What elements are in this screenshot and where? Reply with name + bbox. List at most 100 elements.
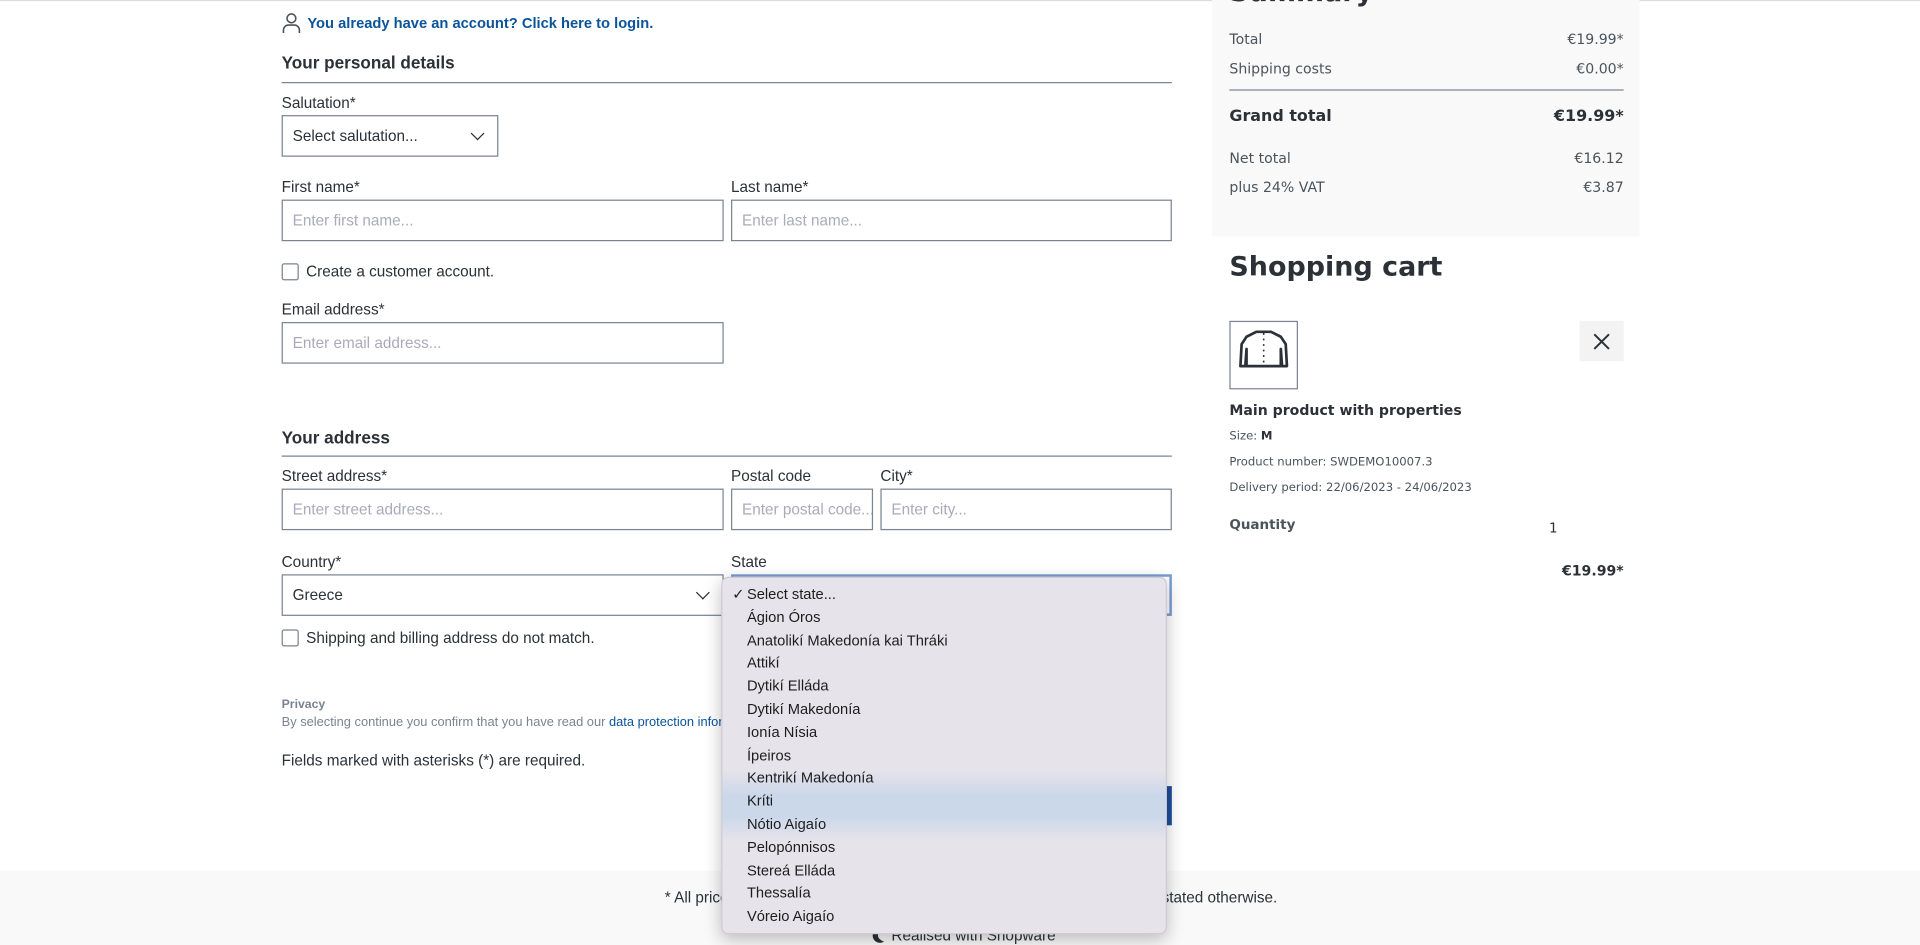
first-name-label: First name* [281,178,360,196]
summary-label: Shipping costs [1229,60,1332,78]
state-option-label: Kríti [746,792,774,810]
delivery-period: Delivery period: 22/06/2023 - 24/06/2023 [1229,481,1472,495]
state-label: State [731,553,767,571]
summary-row-net: Net total €16.12 [1229,149,1623,166]
summary-label: Total [1229,30,1263,48]
personal-details-title: Your personal details [281,52,455,73]
summary-label: Net total [1229,149,1291,167]
chevron-down-icon [695,585,710,600]
required-note: Fields marked with asterisks (*) are req… [281,751,586,769]
state-option[interactable]: Kríti [722,790,1165,813]
privacy-title: Privacy [281,697,326,712]
state-option[interactable]: Pelopónnisos [722,836,1165,859]
different-shipping-checkbox[interactable]: Shipping and billing address do not matc… [281,629,595,647]
state-option[interactable]: Dytikí Makedonía [722,698,1165,721]
salutation-select[interactable]: Select salutation... [281,115,499,157]
summary-value: €19.99* [1553,107,1624,127]
state-option-label: Dytikí Elláda [746,677,829,695]
salutation-value: Select salutation... [292,127,418,145]
state-option[interactable]: Ágion Óros [722,606,1165,629]
cart-title: Shopping cart [1229,252,1443,283]
state-option[interactable]: Vóreio Aigaío [722,905,1165,928]
email-input[interactable]: Enter email address... [281,322,724,364]
summary-row-grand-total: Grand total €19.99* [1229,108,1623,126]
product-size: Size: M [1229,430,1272,443]
last-name-input[interactable]: Enter last name... [731,199,1172,242]
state-option-label: Vóreio Aigaío [746,907,835,925]
close-icon [1593,332,1610,350]
city-input[interactable]: Enter city... [880,488,1172,531]
summary-value: €3.87 [1583,178,1624,196]
product-image[interactable] [1229,320,1298,390]
state-option-label: Pelopónnisos [746,838,836,856]
size-value: M [1260,429,1273,444]
state-option-label: Dytikí Makedonía [746,700,861,718]
summary-row-vat: plus 24% VAT €3.87 [1229,179,1623,196]
state-option-label: Attikí [746,654,780,672]
state-option[interactable]: Kentrikí Makedonía [722,767,1165,790]
chevron-down-icon [470,126,485,141]
product-number: Product number: SWDEMO10007.3 [1229,455,1433,469]
state-option[interactable]: Attikí [722,652,1165,675]
summary-label: Grand total [1229,107,1332,127]
email-label: Email address* [281,301,385,319]
state-option[interactable]: Nótio Aigaío [722,813,1165,836]
divider [281,82,1172,84]
login-link[interactable]: You already have an account? Click here … [282,12,654,34]
state-option-label: Anatolikí Makedonía kai Thráki [746,631,948,649]
state-option-label: Ionía Nísia [746,723,818,741]
checkbox[interactable] [281,629,299,647]
different-shipping-label: Shipping and billing address do not matc… [306,629,595,647]
street-label: Street address* [281,467,388,485]
summary-label: plus 24% VAT [1229,178,1325,196]
divider [1229,89,1624,91]
state-option-label: Ágion Óros [746,608,821,626]
summary-row-shipping: Shipping costs €0.00* [1229,60,1623,77]
privacy-text: By selecting continue you confirm that y… [282,715,765,730]
state-option-label: Thessalía [746,884,811,902]
divider [281,455,1172,457]
summary-title: Summary [1229,0,1373,9]
state-option-label: Ípeiros [746,746,792,764]
state-option[interactable]: Anatolikí Makedonía kai Thráki [722,629,1165,652]
state-option[interactable]: Ionía Nísia [722,721,1165,744]
summary-value: €16.12 [1574,149,1624,167]
checkbox[interactable] [281,263,299,281]
last-name-label: Last name* [731,178,809,196]
postal-label: Postal code [731,467,812,485]
quantity-select[interactable]: 1 [1549,520,1558,536]
street-input[interactable]: Enter street address... [281,488,724,531]
checkmark-icon: ✓ [732,585,745,603]
create-account-label: Create a customer account. [306,263,495,281]
summary-value: €19.99* [1567,30,1624,48]
login-link-text: You already have an account? Click here … [307,14,654,32]
country-value: Greece [292,586,343,604]
state-option-label: Select state... [746,585,836,603]
salutation-label: Salutation* [281,94,356,112]
state-option[interactable]: ✓ Select state... [722,583,1165,606]
country-select[interactable]: Greece [281,574,724,616]
item-price: €19.99* [1561,562,1624,580]
state-option[interactable]: Thessalía [722,882,1165,905]
user-icon [282,13,301,34]
postal-input[interactable]: Enter postal code... [731,488,874,531]
quantity-label: Quantity [1229,516,1296,533]
first-name-input[interactable]: Enter first name... [281,199,724,242]
product-name[interactable]: Main product with properties [1229,402,1461,419]
state-option-label: Nótio Aigaío [746,815,827,833]
summary-value: €0.00* [1576,60,1624,78]
state-option-label: Kentrikí Makedonía [746,769,874,787]
city-label: City* [880,467,913,485]
state-option-label: Stereá Elláda [746,861,836,879]
state-option[interactable]: Ípeiros [722,744,1165,767]
summary-row-total: Total €19.99* [1229,31,1623,48]
state-option[interactable]: Dytikí Elláda [722,675,1165,698]
state-dropdown-list[interactable]: ✓ Select state... Ágion Óros Anatolikí Make… [721,576,1167,935]
remove-item-button[interactable] [1579,320,1624,362]
size-label: Size: [1229,429,1261,444]
create-account-checkbox[interactable]: Create a customer account. [281,263,495,281]
country-label: Country* [281,553,342,571]
jacket-icon [1239,330,1289,368]
state-option[interactable]: Stereá Elláda [722,859,1165,882]
privacy-text-body: By selecting continue you confirm that y… [281,715,609,730]
